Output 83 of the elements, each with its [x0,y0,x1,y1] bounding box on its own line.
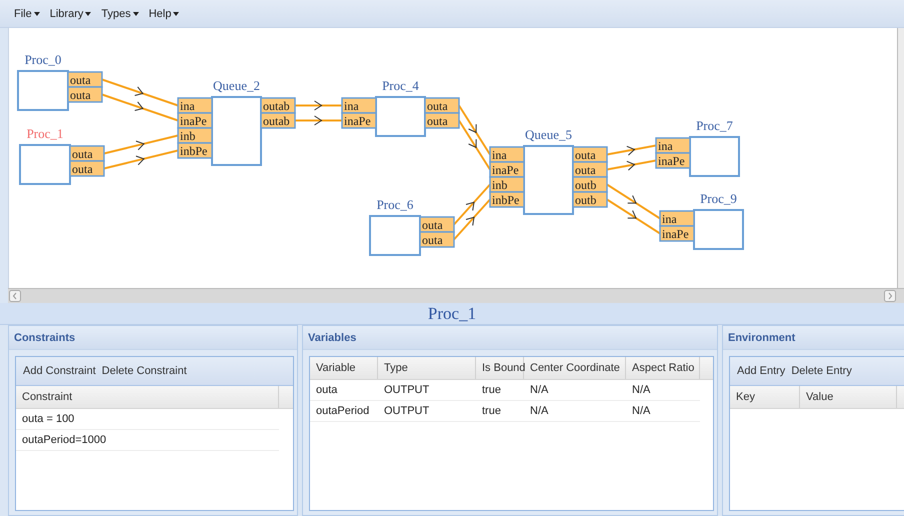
node-label: Proc_1 [26,126,64,141]
output-port[interactable]: outa [572,161,608,178]
node-box[interactable] [19,144,71,185]
output-port[interactable]: outa [67,71,103,88]
input-port[interactable]: ina [659,210,695,227]
horizontal-scrollbar[interactable] [8,288,904,303]
node-label: Proc_7 [696,118,733,133]
node-box[interactable] [693,209,744,250]
selected-node-title: Proc_1 [428,304,476,324]
table-cell-text: OUTPUT [383,383,430,398]
node-box[interactable] [375,96,426,137]
node-box[interactable] [523,145,574,215]
output-port[interactable]: outa [424,97,460,114]
output-port[interactable]: outab [260,112,296,129]
caret-icon [85,12,92,16]
node-label: Queue_2 [213,78,260,93]
output-port[interactable]: outa [419,231,455,248]
menu-item[interactable]: File [9,8,45,20]
input-port[interactable]: inaPe [177,112,213,129]
input-port[interactable]: inaPe [489,161,525,178]
table-cell-text: N/A [631,383,652,398]
output-port[interactable]: outb [572,191,608,208]
table-cell-text: true [481,404,502,419]
column-header[interactable]: Is Bound [476,357,524,379]
input-port[interactable]: inbPe [489,191,525,208]
node-label: Queue_5 [525,127,572,142]
table-cell-text: outa = 100 [21,412,76,427]
node-label: Proc_0 [24,52,62,67]
caret-icon [34,12,40,16]
toolbar-button[interactable]: Delete Entry [788,365,855,377]
table-cell-text: N/A [529,383,550,398]
column-header[interactable]: Key [730,386,800,408]
input-port[interactable]: inaPe [655,152,691,169]
toolbar-button[interactable]: Delete Constraint [98,365,190,377]
caret-icon [132,12,139,16]
scroll-right-icon[interactable] [884,290,896,302]
input-port[interactable]: ina [177,97,213,114]
node-box[interactable] [369,215,421,256]
column-header[interactable]: Variable [310,357,378,379]
node-label: Proc_4 [382,78,419,93]
output-port[interactable]: outa [572,146,608,163]
table-cell-text: outa [315,383,338,398]
node-box[interactable] [689,136,740,177]
toolbar-button[interactable]: Add Constraint [20,365,99,377]
menu-item[interactable]: Help [144,8,184,20]
output-port[interactable]: outa [69,145,105,162]
input-port[interactable]: inb [177,127,213,144]
table-cell-text: outaPeriod=1000 [21,433,108,448]
table-cell-text: OUTPUT [383,404,430,419]
menu-item[interactable]: Types [96,8,144,20]
input-port[interactable]: inaPe [341,112,377,129]
column-header[interactable]: Value [800,386,897,408]
input-port[interactable]: inbPe [177,142,213,159]
input-port[interactable]: ina [655,137,691,154]
scroll-left-icon[interactable] [9,290,21,302]
input-port[interactable]: inaPe [659,225,695,242]
panel-title: Variables [308,332,356,344]
vertical-scrollbar[interactable] [897,28,904,288]
input-port[interactable]: ina [341,97,377,114]
output-port[interactable]: outa [67,86,103,103]
table-cell-text: N/A [529,404,550,419]
caret-icon [173,12,180,16]
column-header[interactable]: Center Coordinate [524,357,626,379]
node-box[interactable] [211,96,262,166]
menu-item[interactable]: Library [44,8,96,20]
node-label: Proc_9 [700,191,737,206]
output-port[interactable]: outb [572,176,608,193]
output-port[interactable]: outa [69,160,105,177]
toolbar-button[interactable]: Add Entry [734,365,788,377]
column-header[interactable]: Type [378,357,476,379]
panel-title: Environment [728,332,796,344]
table-cell-text: true [481,383,502,398]
panel-title: Constraints [14,332,76,344]
table-cell-text: outaPeriod [315,404,370,419]
input-port[interactable]: inb [489,176,525,193]
node-label: Proc_6 [376,197,414,212]
output-port[interactable]: outa [419,216,455,233]
table-cell-text: N/A [631,404,652,419]
node-box[interactable] [17,70,69,111]
output-port[interactable]: outab [260,97,296,114]
output-port[interactable]: outa [424,112,460,129]
column-header[interactable]: Aspect Ratio [626,357,700,379]
input-port[interactable]: ina [489,146,525,163]
